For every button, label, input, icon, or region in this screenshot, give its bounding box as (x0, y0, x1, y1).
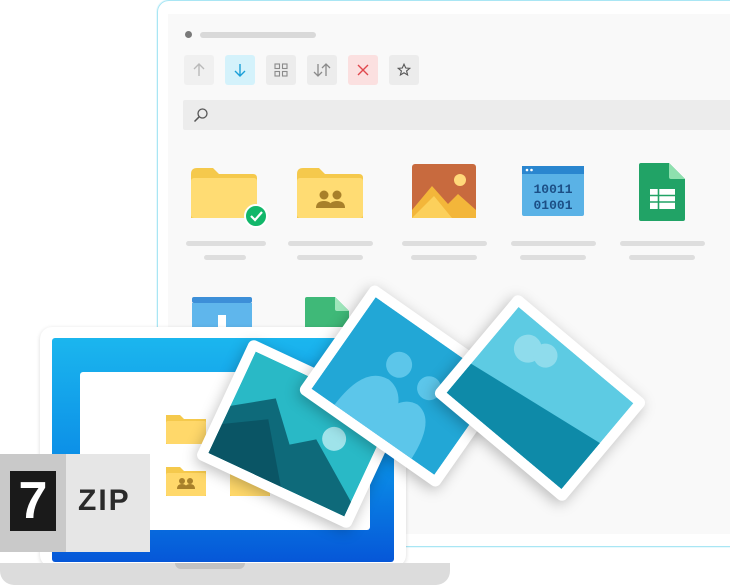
search-icon (193, 108, 208, 123)
grid-view-button[interactable] (266, 55, 296, 85)
file-name-placeholder (511, 241, 596, 246)
file-item-folder[interactable] (191, 164, 269, 234)
star-icon (397, 63, 411, 77)
logo-text: ZIP (78, 484, 131, 517)
sort-icon (313, 63, 331, 77)
file-meta-placeholder (629, 255, 695, 260)
sort-button[interactable] (307, 55, 337, 85)
window-dot (185, 31, 192, 38)
file-meta-placeholder (204, 255, 246, 260)
delete-button[interactable] (348, 55, 378, 85)
logo-number: 7 (18, 472, 48, 530)
spreadsheet-icon (639, 163, 685, 221)
laptop-shared-folder[interactable] (166, 462, 206, 500)
shared-folder-icon (166, 467, 206, 496)
move-down-button[interactable] (225, 55, 255, 85)
binary-line-1: 10011 (533, 182, 572, 197)
file-meta-placeholder (520, 255, 586, 260)
file-name-placeholder (186, 241, 266, 246)
window-title-placeholder (200, 32, 316, 38)
file-name-placeholder (288, 241, 373, 246)
move-up-button[interactable] (184, 55, 214, 85)
file-item-spreadsheet[interactable] (639, 163, 687, 227)
binary-line-2: 01001 (533, 198, 572, 213)
file-item-shared-folder[interactable] (297, 164, 365, 224)
close-icon (357, 64, 369, 76)
arrow-down-icon (234, 64, 246, 77)
binary-file-icon: 10011 01001 (522, 166, 584, 216)
file-name-placeholder (402, 241, 487, 246)
file-item-binary[interactable]: 10011 01001 (522, 166, 586, 224)
laptop-folder[interactable] (166, 410, 206, 448)
file-meta-placeholder (411, 255, 477, 260)
image-file-icon (412, 164, 476, 218)
folder-check-icon (191, 168, 268, 228)
favorite-button[interactable] (389, 55, 419, 85)
file-item-image[interactable] (412, 164, 478, 224)
folder-icon (166, 415, 206, 444)
laptop-notch (175, 563, 245, 569)
arrow-up-icon (193, 63, 205, 76)
grid-icon (274, 63, 288, 77)
search-bar[interactable] (183, 100, 730, 130)
shared-folder-icon (297, 168, 363, 218)
file-meta-placeholder (297, 255, 363, 260)
file-name-placeholder (620, 241, 705, 246)
